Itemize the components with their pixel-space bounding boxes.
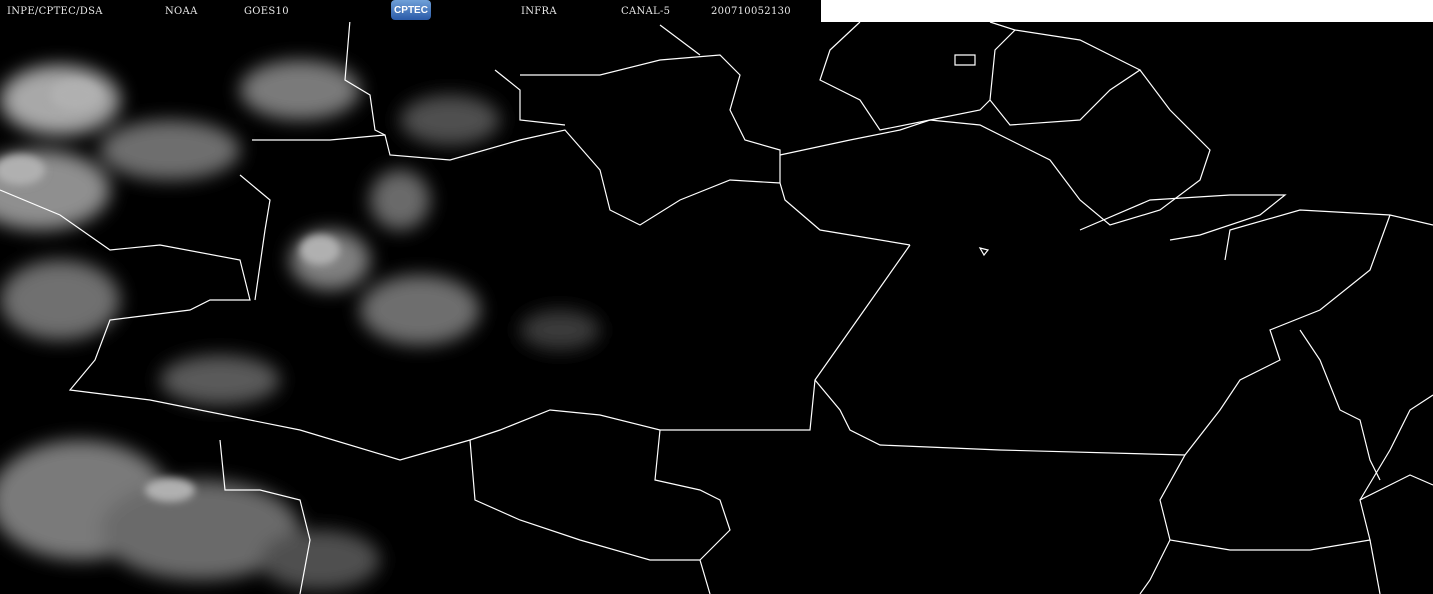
logo-text: CPTEC [394, 4, 428, 16]
satellite-map [0, 19, 1433, 594]
satellite-label: GOES10 [244, 6, 289, 17]
header-blank-area [821, 0, 1433, 22]
product-label: INFRA [521, 6, 557, 17]
agency-label: NOAA [165, 6, 198, 17]
channel-label: CANAL-5 [621, 6, 671, 17]
institution-label: INPE/CPTEC/DSA [7, 6, 103, 17]
cptec-logo: CPTEC [391, 0, 431, 20]
timestamp-label: 200710052130 [711, 6, 791, 17]
image-header: INPE/CPTEC/DSA NOAA GOES10 CPTEC INFRA C… [0, 0, 821, 22]
